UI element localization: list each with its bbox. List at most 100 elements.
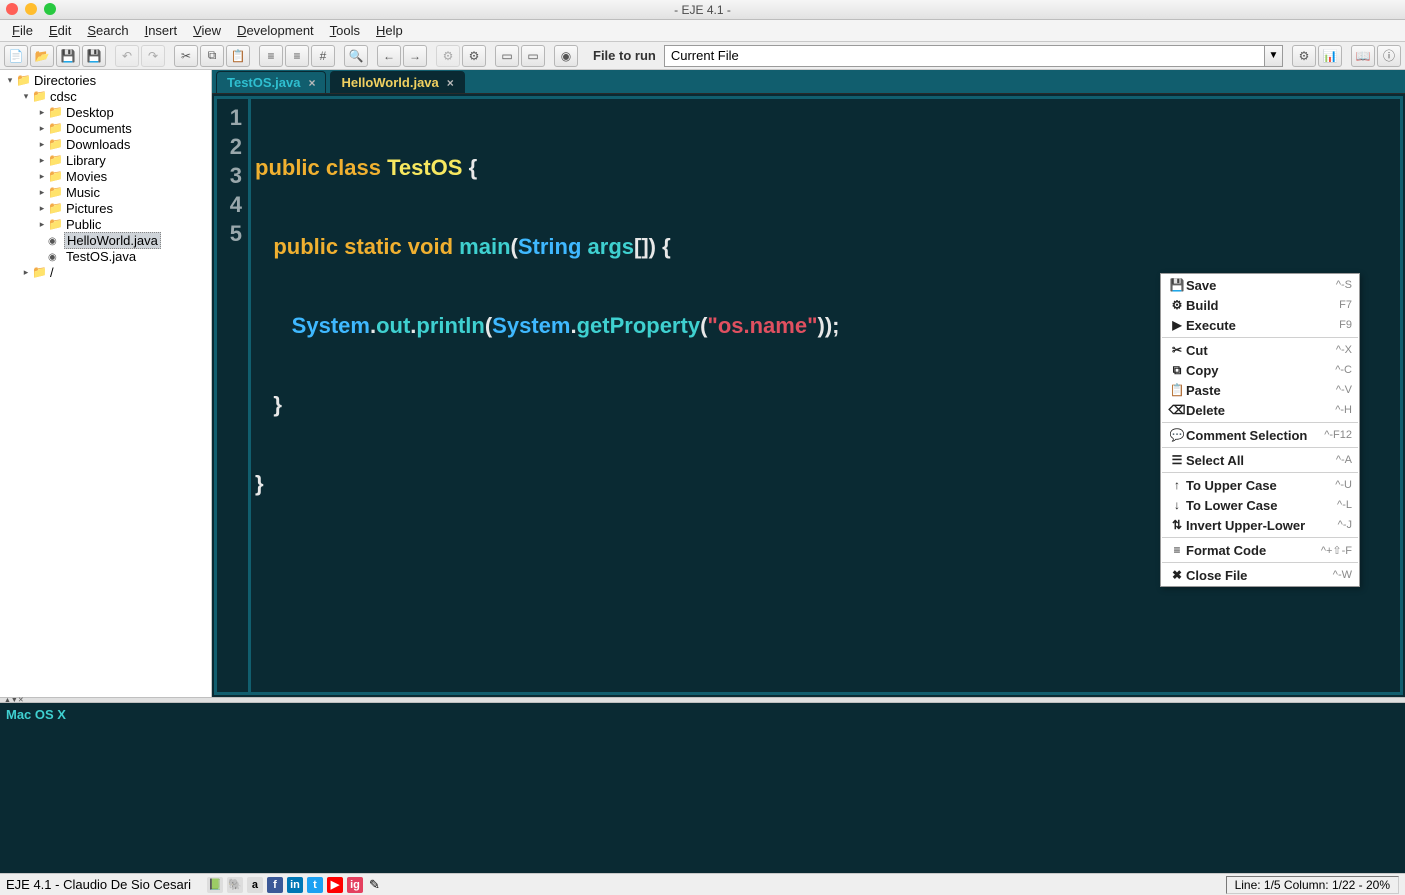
menu-view[interactable]: View	[185, 21, 229, 40]
output-console[interactable]: Mac OS X	[0, 703, 1405, 873]
social-icon-▶[interactable]: ▶	[327, 877, 343, 893]
tab-testos-java[interactable]: TestOS.java×	[216, 71, 326, 93]
menu-search[interactable]: Search	[79, 21, 136, 40]
save-all-button[interactable]: 💾	[82, 45, 106, 67]
ctx-icon: ≡	[1168, 543, 1186, 557]
ctx-execute[interactable]: ▶ExecuteF9	[1162, 315, 1358, 335]
open-file-button[interactable]: 📂	[30, 45, 54, 67]
tree-file-testos-java[interactable]: TestOS.java	[0, 248, 211, 264]
line-number: 1	[217, 105, 242, 134]
ctx-divider	[1162, 422, 1358, 423]
tree-folder-library[interactable]: ▸Library	[0, 152, 211, 168]
social-icon-f[interactable]: f	[267, 877, 283, 893]
menu-development[interactable]: Development	[229, 21, 322, 40]
ctx-delete[interactable]: ⌫Delete^-H	[1162, 400, 1358, 420]
undo-button[interactable]: ↶	[115, 45, 139, 67]
indent-button[interactable]: ≡	[259, 45, 283, 67]
menu-tools[interactable]: Tools	[322, 21, 368, 40]
ctx-divider	[1162, 537, 1358, 538]
tree-folder-movies[interactable]: ▸Movies	[0, 168, 211, 184]
redo-button[interactable]: ↷	[141, 45, 165, 67]
ctx-to-lower-case[interactable]: ↓To Lower Case^-L	[1162, 495, 1358, 515]
menu-file[interactable]: File	[4, 21, 41, 40]
minimize-window-button[interactable]	[25, 3, 37, 15]
window-a-button[interactable]: ▭	[495, 45, 519, 67]
about-button[interactable]: ⓘ	[1377, 45, 1401, 67]
status-app-label: EJE 4.1 - Claudio De Sio Cesari	[6, 877, 191, 892]
ctx-divider	[1162, 447, 1358, 448]
menu-help[interactable]: Help	[368, 21, 411, 40]
ctx-build[interactable]: ⚙BuildF7	[1162, 295, 1358, 315]
context-menu[interactable]: 💾Save^-S⚙BuildF7▶ExecuteF9 ✂Cut^-X⧉Copy^-…	[1160, 273, 1360, 587]
ctx-format-code[interactable]: ≡Format Code^+⇧-F	[1162, 540, 1358, 560]
run-button[interactable]: ⚙	[462, 45, 486, 67]
tree-folder-downloads[interactable]: ▸Downloads	[0, 136, 211, 152]
ctx-copy[interactable]: ⧉Copy^-C	[1162, 360, 1358, 380]
tree-cdsc[interactable]: ▾cdsc	[0, 88, 211, 104]
combo-arrow-icon[interactable]: ▼	[1264, 46, 1282, 66]
tree-folder-public[interactable]: ▸Public	[0, 216, 211, 232]
ctx-paste[interactable]: 📋Paste^-V	[1162, 380, 1358, 400]
ctx-icon: ⇅	[1168, 518, 1186, 532]
record-button[interactable]: ◉	[554, 45, 578, 67]
toolbar: 📄 📂 💾 💾 ↶ ↷ ✂ ⧉ 📋 ≡ ≡ # 🔍 ← → ⚙ ⚙ ▭ ▭ ◉ …	[0, 42, 1405, 70]
ctx-divider	[1162, 337, 1358, 338]
ctx-close-file[interactable]: ✖Close File^-W	[1162, 565, 1358, 585]
statusbar: EJE 4.1 - Claudio De Sio Cesari 📗🐘afint▶…	[0, 873, 1405, 895]
cut-button[interactable]: ✂	[174, 45, 198, 67]
tree-folder-music[interactable]: ▸Music	[0, 184, 211, 200]
social-icon[interactable]: 📗	[207, 877, 223, 893]
social-icon[interactable]: 🐘	[227, 877, 243, 893]
ctx-cut[interactable]: ✂Cut^-X	[1162, 340, 1358, 360]
save-button[interactable]: 💾	[56, 45, 80, 67]
menu-insert[interactable]: Insert	[137, 21, 186, 40]
ctx-invert-upper-lower[interactable]: ⇅Invert Upper-Lower^-J	[1162, 515, 1358, 535]
social-icon[interactable]: a	[247, 877, 263, 893]
tab-close-icon[interactable]: ×	[308, 76, 315, 90]
nav-back-button[interactable]: ←	[377, 45, 401, 67]
new-file-button[interactable]: 📄	[4, 45, 28, 67]
social-icon-in[interactable]: in	[287, 877, 303, 893]
find-button[interactable]: 🔍	[344, 45, 368, 67]
comment-button[interactable]: #	[311, 45, 335, 67]
tree-folder-documents[interactable]: ▸Documents	[0, 120, 211, 136]
tab-helloworld-java[interactable]: HelloWorld.java×	[330, 71, 464, 93]
social-icon-t[interactable]: t	[307, 877, 323, 893]
outdent-button[interactable]: ≡	[285, 45, 309, 67]
tree-root[interactable]: ▾Directories	[0, 72, 211, 88]
build-button[interactable]: ⚙	[436, 45, 460, 67]
paste-button[interactable]: 📋	[226, 45, 250, 67]
nav-forward-button[interactable]: →	[403, 45, 427, 67]
ctx-comment-selection[interactable]: 💬Comment Selection^-F12	[1162, 425, 1358, 445]
traffic-lights	[6, 3, 56, 15]
file-to-run-value: Current File	[671, 48, 739, 63]
help-button[interactable]: 📖	[1351, 45, 1375, 67]
menubar: FileEditSearchInsertViewDevelopmentTools…	[0, 20, 1405, 42]
console-output: Mac OS X	[6, 707, 66, 722]
social-icon-ig[interactable]: ig	[347, 877, 363, 893]
main-split: ▾Directories▾cdsc▸Desktop▸Documents▸Down…	[0, 70, 1405, 697]
tree-file-helloworld-java[interactable]: HelloWorld.java	[0, 232, 211, 248]
tree-folder-pictures[interactable]: ▸Pictures	[0, 200, 211, 216]
ctx-icon: ↑	[1168, 478, 1186, 492]
file-to-run-combo[interactable]: Current File ▼	[664, 45, 1283, 67]
close-window-button[interactable]	[6, 3, 18, 15]
window-b-button[interactable]: ▭	[521, 45, 545, 67]
settings-button[interactable]: ⚙	[1292, 45, 1316, 67]
directory-tree[interactable]: ▾Directories▾cdsc▸Desktop▸Documents▸Down…	[0, 70, 211, 282]
ctx-to-upper-case[interactable]: ↑To Upper Case^-U	[1162, 475, 1358, 495]
line-number: 2	[217, 134, 242, 163]
ctx-select-all[interactable]: ☰Select All^-A	[1162, 450, 1358, 470]
copy-button[interactable]: ⧉	[200, 45, 224, 67]
tab-close-icon[interactable]: ×	[447, 76, 454, 90]
ctx-save[interactable]: 💾Save^-S	[1162, 275, 1358, 295]
ctx-icon: ☰	[1168, 453, 1186, 467]
pencil-icon: ✎	[369, 877, 380, 893]
tree-folder-desktop[interactable]: ▸Desktop	[0, 104, 211, 120]
stats-button[interactable]: 📊	[1318, 45, 1342, 67]
line-number: 3	[217, 163, 242, 192]
zoom-window-button[interactable]	[44, 3, 56, 15]
menu-edit[interactable]: Edit	[41, 21, 79, 40]
line-gutter: 12345	[217, 99, 251, 692]
tree-root-slash[interactable]: ▸/	[0, 264, 211, 280]
